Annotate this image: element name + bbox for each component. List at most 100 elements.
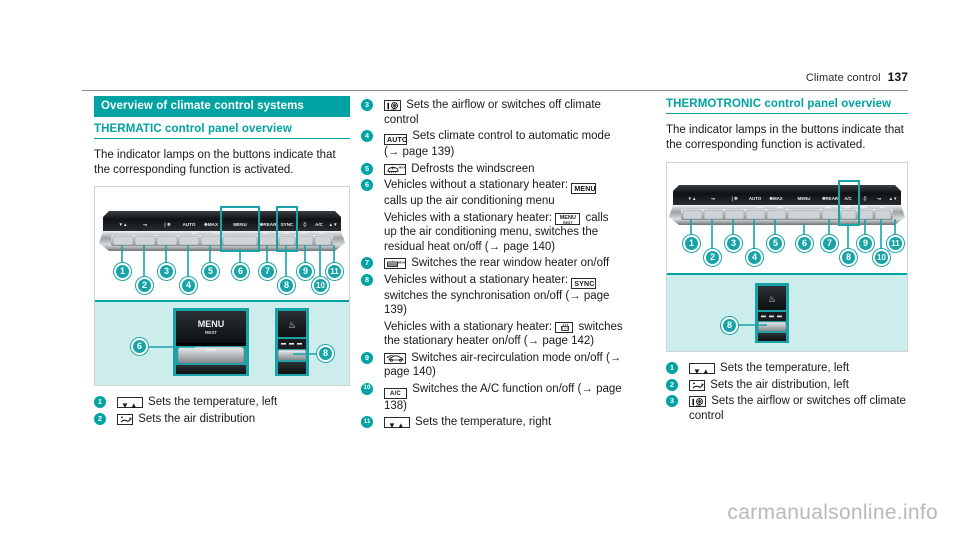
callout-4: 4 [180,277,197,294]
auto-icon: AUTO [384,134,407,145]
svg-text:↝: ↝ [710,196,715,201]
callout-1: 1 [114,263,131,280]
airflow-off-icon: OFF [689,396,706,407]
item-text-row: Sets the air distribution, left [689,378,908,393]
item-text-row: Sets the air distribution [117,412,350,427]
callout-8: 8 [278,277,295,294]
sync-icon: SYNC [571,277,597,289]
list-item: 10 A/C Switches the A/C function on/off … [361,382,623,414]
item-sublabel-before: Vehicles with a stationary heater: [384,211,553,224]
item-number: 5 [361,162,373,175]
list-item: 6 Vehicles without a stationary heater: … [361,178,623,254]
item-sublabel-before: Vehicles with a stationary heater: [384,320,553,333]
svg-text:REST: REST [205,330,217,335]
temperature-arrows-icon: ▼▲ [384,417,410,430]
item-label-after: calls up the air conditioning menu [384,195,555,207]
item-number: 1 [666,362,678,374]
item-number: 2 [666,378,678,391]
item-text-row: A/C Switches the A/C function on/off (→ … [384,382,623,414]
thermatic-figure: ▼▲ ↝ ❘❄ AUTO ❋MAX MENU ❋REAR SYNC ⬯ A/C … [94,186,350,386]
list-item: 1 ▼▲ Sets the temperature, left [94,395,350,410]
thermotronic-intro-paragraph: The indicator lamps in the buttons indic… [666,124,904,151]
svg-text:MAX: MAX [398,166,405,170]
svg-text:A/C: A/C [315,222,324,227]
page-columns: Overview of climate control systems THER… [0,96,960,496]
item-text-row: MAX Defrosts the windscreen [384,162,623,177]
callout-10: 10 [312,277,329,294]
callout-detail-6: 6 [131,338,148,355]
callout-11: 11 [887,235,904,252]
item-number: 1 [94,396,106,408]
svg-text:▲▼: ▲▼ [889,196,898,201]
callout-7: 7 [259,263,276,280]
list-item: 8 Vehicles without a stationary heater: … [361,273,623,349]
callout-detail-8: 8 [317,345,334,362]
item-subtext-row: Vehicles with a stationary heater: switc… [384,320,623,349]
callout-6: 6 [796,235,813,252]
item-number: 4 [361,130,373,142]
callout-8: 8 [840,249,857,266]
item-label-after: switches the synchronisation on/off (→ p… [384,289,610,317]
thermotronic-figure: ▼▲ ↝ ❘❄ AUTO ❋MAX MENU ❋REAR A/C ⬯ ↝ ▲▼ [666,162,908,352]
item-number: 8 [361,273,373,286]
callout-1: 1 [683,235,700,252]
running-header: Climate control 137 [82,70,908,92]
item-label: Sets the temperature, left [148,396,278,408]
item-text-row: OFF Sets the airflow or switches off cli… [384,98,623,127]
callout-9: 9 [857,235,874,252]
thermatic-panel-illustration: ▼▲ ↝ ❘❄ AUTO ❋MAX MENU ❋REAR SYNC ⬯ A/C … [99,206,345,279]
svg-text:❋REAR: ❋REAR [260,222,278,227]
callout-5: 5 [767,235,784,252]
item-label: Sets the airflow or switches off climate… [384,99,601,126]
svg-text:REAR: REAR [397,260,405,264]
list-item: 2 Sets the air distribution, left [666,378,908,393]
list-item: 11 ▼▲ Sets the temperature, right [361,415,623,430]
air-distribution-icon [117,413,133,425]
header-rule [82,90,908,91]
item-number: 6 [361,179,373,191]
airflow-off-icon: OFF [384,100,401,111]
item-label: Switches the A/C function on/off (→ page… [384,382,622,412]
svg-text:❋MAX: ❋MAX [769,196,783,201]
menu-icon: MENU [571,183,597,194]
thermatic-intro-paragraph: The indicator lamps on the buttons indic… [94,149,336,176]
item-label-before: Vehicles without a stationary heater: [384,273,569,286]
thermatic-figure-upper: ▼▲ ↝ ❘❄ AUTO ❋MAX MENU ❋REAR SYNC ⬯ A/C … [95,187,349,300]
svg-text:⬯: ⬯ [864,196,867,201]
item-text-row: AUTO Sets climate control to automatic m… [384,129,623,160]
item-label: Sets the air distribution, left [710,378,849,391]
callout-2: 2 [704,249,721,266]
svg-text:↝: ↝ [876,196,881,201]
item-text-row: ▼▲ Sets the temperature, left [689,361,908,376]
callout-detail-8: 8 [721,317,738,334]
list-item: 3 OFF Sets the airflow or switches off c… [361,98,623,127]
menu-rest-icon: MENU REST [555,213,581,225]
rear-window-heater-icon: REAR [384,258,406,269]
auto-icon-label: AUTO [387,137,408,144]
svg-text:AUTO: AUTO [749,196,762,201]
svg-text:OFF: OFF [695,404,701,407]
thermotronic-item-list: 1 ▼▲ Sets the temperature, left 2 Sets t… [666,361,908,423]
item-label-before: Vehicles without a stationary heater: [384,179,569,191]
watermark: carmanualsonline.info [727,501,938,524]
item-number: 2 [94,412,106,425]
callout-4: 4 [746,249,763,266]
list-item: 3 OFF Sets the airflow or switches off c… [666,394,908,423]
item-number: 11 [361,416,373,428]
air-distribution-icon [689,379,705,391]
thermotronic-panel-illustration: ▼▲ ↝ ❘❄ AUTO ❋MAX MENU ❋REAR A/C ⬯ ↝ ▲▼ [669,180,905,251]
stationary-heater-icon [555,321,574,333]
item-text-row: Switches air-recirculation mode on/off (… [384,351,623,380]
svg-text:AUTO: AUTO [183,222,196,227]
callout-7: 7 [821,235,838,252]
item-number: 7 [361,257,373,269]
svg-text:♨: ♨ [768,294,776,304]
item-text-row: Vehicles without a stationary heater: SY… [384,273,623,318]
svg-text:OFF: OFF [390,108,396,111]
svg-text:MENU: MENU [798,196,811,201]
temperature-arrows-icon: ▼▲ [689,363,715,376]
thermotronic-detail-illustration: ♨ [737,283,789,343]
callout-3: 3 [158,263,175,280]
item-text-row: Vehicles without a stationary heater: ME… [384,178,623,209]
callout-2: 2 [136,277,153,294]
